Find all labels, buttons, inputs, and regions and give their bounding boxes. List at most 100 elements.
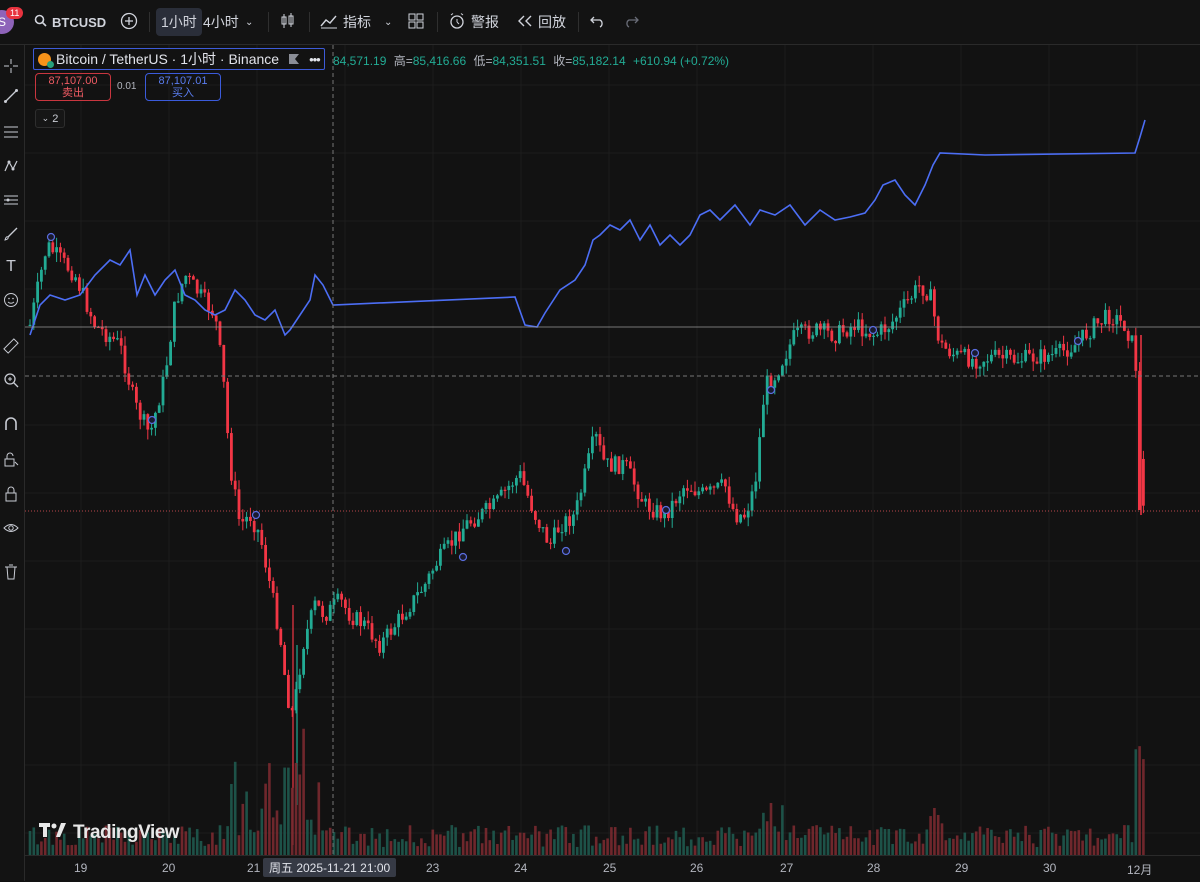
lock-icon[interactable]: [0, 483, 22, 505]
candle-body: [416, 592, 419, 596]
volume-bar: [591, 845, 594, 855]
indicators-button[interactable]: 指标: [320, 8, 371, 36]
redo-button[interactable]: [623, 8, 639, 36]
candle-body: [218, 321, 222, 345]
volume-bar: [1001, 842, 1005, 855]
volume-bar: [648, 826, 651, 855]
add-symbol-button[interactable]: [120, 8, 138, 36]
candle-body: [762, 404, 765, 438]
eye-icon[interactable]: [0, 517, 22, 539]
candle-body: [838, 325, 841, 344]
candle-body: [85, 287, 89, 312]
trash-icon[interactable]: [0, 561, 22, 583]
ruler-icon[interactable]: [0, 335, 22, 357]
volume-bar: [1047, 826, 1050, 855]
crosshair-icon[interactable]: [0, 55, 22, 77]
candle-body: [366, 620, 370, 624]
symbol-legend[interactable]: Bitcoin / TetherUS · 1小时 · Binance •••: [33, 48, 325, 70]
interval-4h-button[interactable]: 4小时: [203, 8, 239, 36]
volume-bar: [499, 832, 503, 855]
forecast-icon[interactable]: [0, 189, 22, 211]
more-icon[interactable]: •••: [309, 52, 321, 67]
candle-body: [51, 242, 55, 253]
buy-button[interactable]: 87,107.01 买入: [145, 73, 221, 101]
volume-bar: [325, 830, 328, 855]
volume-bar: [701, 837, 704, 855]
candle-body: [36, 281, 39, 303]
volume-bar: [815, 825, 818, 855]
candle-body: [792, 330, 796, 345]
layout-button[interactable]: [408, 8, 424, 36]
flag-icon[interactable]: [289, 51, 300, 67]
price-chart[interactable]: [25, 45, 1200, 855]
high-label: 高=: [393, 54, 413, 68]
trendline-icon[interactable]: [0, 85, 22, 107]
candle-body: [788, 344, 792, 359]
fib-icon[interactable]: [0, 121, 22, 143]
candle-body: [138, 402, 142, 420]
undo-button[interactable]: [590, 8, 606, 36]
sell-button[interactable]: 87,107.00 卖出: [35, 73, 111, 101]
pattern-icon[interactable]: [0, 155, 22, 177]
candle-body: [560, 532, 564, 534]
chevron-down-icon[interactable]: ⌄: [245, 8, 253, 36]
volume-bar: [917, 833, 921, 855]
candle-body: [731, 503, 735, 510]
alert-button[interactable]: 警报: [448, 8, 499, 36]
volume-bar: [788, 832, 792, 855]
candle-body: [1069, 352, 1073, 357]
candle-body: [142, 414, 146, 420]
chart-type-button[interactable]: [280, 8, 296, 36]
volume-bar: [378, 833, 381, 855]
volume-bar: [192, 837, 195, 855]
candle-body: [746, 510, 750, 518]
volume-bar: [1134, 749, 1138, 855]
candle-body: [959, 350, 963, 353]
volume-bar: [936, 814, 940, 855]
volume-bar: [575, 846, 579, 855]
candle-body: [321, 605, 324, 617]
volume-bar: [864, 837, 868, 855]
chevron-down-icon[interactable]: ⌄: [384, 8, 392, 36]
candle-body: [89, 311, 93, 317]
candle-body: [382, 637, 385, 653]
replay-button[interactable]: 回放: [517, 8, 566, 36]
candle-body: [564, 516, 568, 533]
volume-bar: [374, 838, 378, 855]
volume-bar: [245, 791, 248, 855]
interval-1h-button[interactable]: 1小时: [156, 8, 202, 36]
candle-body: [686, 488, 689, 491]
event-marker: [1073, 336, 1083, 346]
candle-body: [541, 527, 545, 529]
volume-bar: [515, 835, 518, 855]
magnet-icon[interactable]: [0, 413, 22, 435]
volume-bar: [727, 827, 731, 855]
grid-layout-icon: [408, 13, 424, 32]
candle-body: [127, 373, 131, 385]
volume-bar: [51, 844, 55, 855]
candle-body: [1142, 458, 1145, 506]
volume-bar: [602, 839, 606, 855]
chart-pane[interactable]: Bitcoin / TetherUS · 1小时 · Binance ••• 8…: [25, 45, 1200, 855]
emoji-icon[interactable]: [0, 289, 22, 311]
candle-body: [287, 674, 290, 708]
time-axis[interactable]: 19 20 21 23 24 25 26 27 28 29 30 12月 周五 …: [25, 855, 1200, 882]
candle-body: [545, 527, 549, 543]
text-icon[interactable]: T: [0, 256, 22, 278]
candle-body: [708, 486, 712, 490]
candle-body: [522, 471, 526, 485]
candle-body: [640, 499, 644, 502]
volume-bar: [822, 834, 826, 855]
zoom-icon[interactable]: [0, 369, 22, 391]
candle-body: [902, 299, 906, 308]
brush-icon[interactable]: [0, 223, 22, 245]
volume-bar: [1066, 829, 1069, 855]
lock-drawing-icon[interactable]: [0, 449, 22, 471]
symbol-search-button[interactable]: BTCUSD: [34, 8, 106, 36]
indicators-collapse-button[interactable]: ⌄ 2: [35, 109, 65, 128]
candle-body: [233, 480, 237, 490]
volume-bar: [716, 830, 720, 855]
volume-bar: [1020, 841, 1024, 855]
volume-bar: [807, 828, 811, 855]
candle-body: [507, 485, 511, 491]
